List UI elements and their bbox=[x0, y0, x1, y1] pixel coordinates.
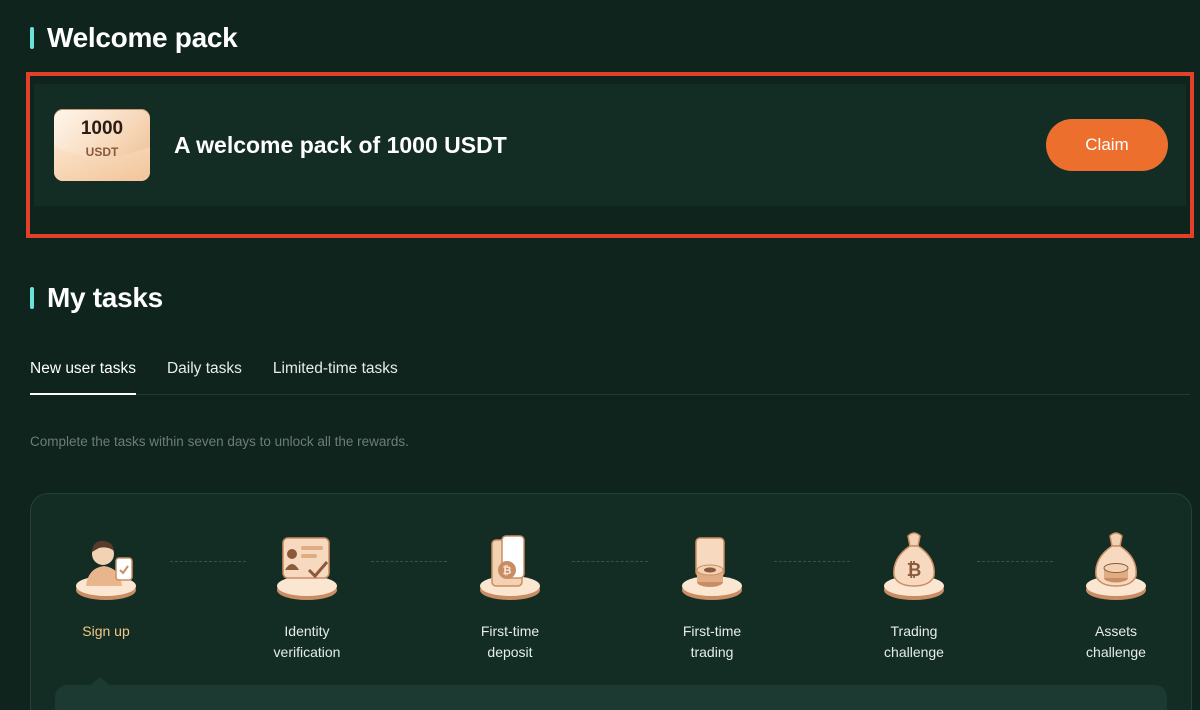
coin-stack-icon bbox=[682, 537, 742, 600]
task-step-label: Assets challenge bbox=[1086, 623, 1146, 660]
welcome-pack-heading: Welcome pack bbox=[30, 22, 238, 54]
voucher-unit: USDT bbox=[85, 145, 119, 159]
welcome-pack-description: A welcome pack of 1000 USDT bbox=[174, 131, 507, 158]
task-step-label: Trading challenge bbox=[884, 623, 944, 660]
task-step-sign-up[interactable]: Sign up bbox=[31, 524, 181, 642]
heading-accent-bar bbox=[30, 27, 34, 49]
task-step-label: Sign up bbox=[82, 623, 130, 639]
svg-text:₿: ₿ bbox=[907, 560, 922, 581]
task-step-identity-verification[interactable]: Identity verification bbox=[232, 524, 382, 663]
money-bag-coins-icon bbox=[1086, 532, 1146, 600]
page: Welcome pack 1000 USDT A welcome pack of… bbox=[0, 0, 1200, 710]
task-step-label: Identity verification bbox=[273, 623, 341, 660]
welcome-pack-title: Welcome pack bbox=[47, 22, 238, 53]
tab-new-user-tasks[interactable]: New user tasks bbox=[30, 358, 136, 395]
task-step-first-time-trading[interactable]: First-time trading bbox=[637, 524, 787, 663]
user-signup-icon bbox=[76, 540, 136, 600]
task-step-label: First-time trading bbox=[682, 623, 742, 660]
task-step-assets-challenge[interactable]: Assets challenge bbox=[1041, 524, 1191, 663]
voucher-amount: 1000 bbox=[80, 118, 124, 139]
heading-accent-bar bbox=[30, 287, 34, 309]
id-card-icon bbox=[277, 537, 337, 600]
task-step-trading-challenge[interactable]: ₿ Trading challenge bbox=[839, 524, 989, 663]
task-step-label: First-time deposit bbox=[480, 623, 540, 660]
tab-daily-tasks[interactable]: Daily tasks bbox=[167, 358, 242, 394]
tasks-panel: Sign up Identity verification ₿ First-ti… bbox=[30, 493, 1192, 710]
claim-button[interactable]: Claim bbox=[1046, 119, 1168, 171]
svg-text:₿: ₿ bbox=[503, 564, 512, 577]
tasks-hint: Complete the tasks within seven days to … bbox=[30, 434, 409, 449]
task-tabs: New user tasks Daily tasks Limited-time … bbox=[30, 358, 1190, 395]
bitcoin-wallet-icon: ₿ bbox=[480, 535, 540, 600]
task-detail-box bbox=[55, 685, 1167, 710]
task-step-first-time-deposit[interactable]: ₿ First-time deposit bbox=[435, 524, 585, 663]
my-tasks-heading: My tasks bbox=[30, 282, 163, 314]
usdt-voucher-icon: 1000 USDT bbox=[54, 109, 150, 181]
tab-limited-time-tasks[interactable]: Limited-time tasks bbox=[273, 358, 398, 394]
welcome-pack-card: 1000 USDT A welcome pack of 1000 USDT Cl… bbox=[34, 84, 1186, 206]
money-bag-icon: ₿ bbox=[884, 532, 944, 600]
my-tasks-title: My tasks bbox=[47, 282, 163, 313]
